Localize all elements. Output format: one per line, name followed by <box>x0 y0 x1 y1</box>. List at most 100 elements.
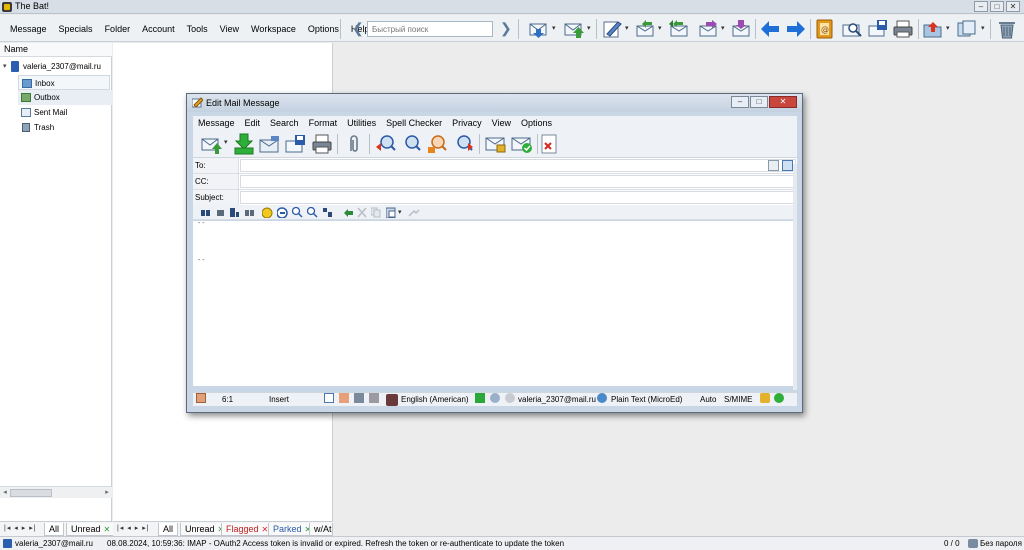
folder-sent-mail[interactable]: Sent Mail <box>18 105 112 120</box>
encrypt-message-icon[interactable] <box>485 133 507 155</box>
from-account[interactable]: valeria_2307@mail.ru <box>518 393 596 406</box>
send-status-icon[interactable] <box>475 393 485 403</box>
close-button[interactable]: ✕ <box>1006 1 1020 12</box>
delete-icon[interactable] <box>996 19 1018 39</box>
compose-maximize-button[interactable]: □ <box>750 96 768 108</box>
tab-close-icon[interactable]: ✕ <box>104 525 111 534</box>
address-lookup-icon[interactable] <box>401 133 423 155</box>
font-size-icon[interactable] <box>229 207 241 218</box>
queue-message-icon[interactable] <box>233 133 255 155</box>
scrollbar-thumb[interactable] <box>10 489 52 497</box>
account-node[interactable]: ▾ valeria_2307@mail.ru <box>0 59 112 74</box>
folder-inbox[interactable]: Inbox <box>18 75 110 90</box>
reply-icon[interactable] <box>634 19 656 39</box>
folder-horizontal-scrollbar[interactable]: ◂ ▸ <box>0 486 112 498</box>
tab-scroll-nav[interactable]: |◂ ◂ ▸ ▸| <box>4 524 37 532</box>
menu-folder[interactable]: Folder <box>99 21 137 37</box>
send-dropdown-icon[interactable]: ▾ <box>587 25 593 32</box>
tab-scroll-nav[interactable]: |◂ ◂ ▸ ▸| <box>117 524 150 532</box>
tab-unread[interactable]: Unread✕ <box>66 523 116 536</box>
charset-encoding[interactable]: Auto <box>700 393 716 406</box>
attach-file-icon[interactable] <box>343 133 365 155</box>
compose-minimize-button[interactable]: – <box>731 96 749 108</box>
address-lookup-bcc-icon[interactable] <box>453 133 475 155</box>
columns-icon[interactable] <box>369 393 379 403</box>
encrypt-status-icon[interactable] <box>760 393 770 403</box>
new-message-dropdown-icon[interactable]: ▾ <box>625 25 631 32</box>
case-change-icon[interactable] <box>245 207 257 218</box>
address-book-icon[interactable]: @ <box>814 19 836 39</box>
emoticon-icon[interactable] <box>262 207 273 218</box>
menu-options[interactable]: Options <box>302 21 345 37</box>
to-options-icon[interactable] <box>768 160 779 171</box>
font-color-icon[interactable] <box>217 207 225 218</box>
move-dropdown-icon[interactable]: ▾ <box>946 25 952 32</box>
tab-with-attachments[interactable]: w/At <box>309 523 333 536</box>
print-icon[interactable] <box>892 19 914 39</box>
get-mail-dropdown-icon[interactable]: ▾ <box>552 25 558 32</box>
replace-text-icon[interactable] <box>307 207 318 218</box>
cc-field[interactable] <box>240 175 796 188</box>
paragraph-icon[interactable] <box>339 393 349 403</box>
send-message-icon[interactable] <box>201 133 223 155</box>
security-mode[interactable]: S/MIME <box>724 393 752 406</box>
folder-trash[interactable]: Trash <box>18 120 112 135</box>
menu-account[interactable]: Account <box>136 21 181 37</box>
paste-icon[interactable] <box>386 207 396 218</box>
to-field[interactable] <box>240 159 796 172</box>
print-icon[interactable] <box>311 133 333 155</box>
status-account[interactable]: valeria_2307@mail.ru <box>15 537 93 550</box>
menu-workspace[interactable]: Workspace <box>245 21 302 37</box>
to-address-book-icon[interactable] <box>782 160 793 171</box>
receipt-icon[interactable] <box>490 393 500 403</box>
scroll-left-arrow-icon[interactable]: ◂ <box>1 488 9 498</box>
save-draft-icon[interactable] <box>259 133 281 155</box>
compose-menu-edit[interactable]: Edit <box>240 116 266 130</box>
copy-dropdown-icon[interactable]: ▾ <box>981 25 987 32</box>
quick-search-input[interactable] <box>367 21 493 37</box>
scroll-right-arrow-icon[interactable]: ▸ <box>103 488 111 498</box>
search-back-arrow-icon[interactable]: ❮ <box>352 21 364 37</box>
save-message-icon[interactable] <box>867 19 889 39</box>
redirect-icon[interactable] <box>730 19 752 39</box>
subject-field[interactable] <box>240 191 796 204</box>
wrap-icon[interactable] <box>354 393 364 403</box>
compose-close-button[interactable]: ✕ <box>769 96 797 108</box>
cut-icon[interactable] <box>357 207 367 218</box>
undo-icon[interactable] <box>343 207 354 218</box>
sign-message-icon[interactable] <box>511 133 533 155</box>
compose-menu-search[interactable]: Search <box>265 116 304 130</box>
send-options-dropdown-icon[interactable]: ▾ <box>224 139 230 146</box>
get-new-mail-icon[interactable] <box>528 19 550 39</box>
send-queued-mail-icon[interactable] <box>563 19 585 39</box>
compose-menu-spell-checker[interactable]: Spell Checker <box>381 116 447 130</box>
tab-flagged[interactable]: Flagged ✕ <box>221 523 274 536</box>
forward-dropdown-icon[interactable]: ▾ <box>721 25 727 32</box>
compose-menu-view[interactable]: View <box>487 116 516 130</box>
forward-icon[interactable] <box>697 19 719 39</box>
copy-icon[interactable] <box>371 207 381 218</box>
compose-menu-utilities[interactable]: Utilities <box>342 116 381 130</box>
reply-all-icon[interactable] <box>668 19 690 39</box>
format-icon[interactable] <box>597 393 607 403</box>
maximize-button[interactable]: □ <box>990 1 1004 12</box>
compose-titlebar[interactable]: Edit Mail Message – □ ✕ <box>187 94 802 112</box>
address-lookup-cc-icon[interactable] <box>427 133 449 155</box>
find-text-icon[interactable] <box>292 207 303 218</box>
edit-mode[interactable]: Insert <box>269 393 289 406</box>
paste-dropdown-icon[interactable]: ▾ <box>398 207 402 218</box>
status-password[interactable]: Без пароля <box>980 537 1022 550</box>
menu-specials[interactable]: Specials <box>53 21 99 37</box>
minimize-button[interactable]: – <box>974 1 988 12</box>
quick-template-icon[interactable] <box>277 207 288 218</box>
tab-all[interactable]: All <box>44 523 65 536</box>
page-icon[interactable] <box>324 393 334 403</box>
collapse-chevron-icon[interactable]: ▾ <box>3 59 7 74</box>
sign-status-icon[interactable] <box>774 393 784 403</box>
find-icon[interactable] <box>841 19 863 39</box>
next-message-icon[interactable] <box>785 19 807 39</box>
folder-column-header[interactable]: Name <box>0 43 112 57</box>
compose-menu-options[interactable]: Options <box>516 116 557 130</box>
spell-language[interactable]: English (American) <box>401 393 469 406</box>
save-message-icon[interactable] <box>285 133 307 155</box>
